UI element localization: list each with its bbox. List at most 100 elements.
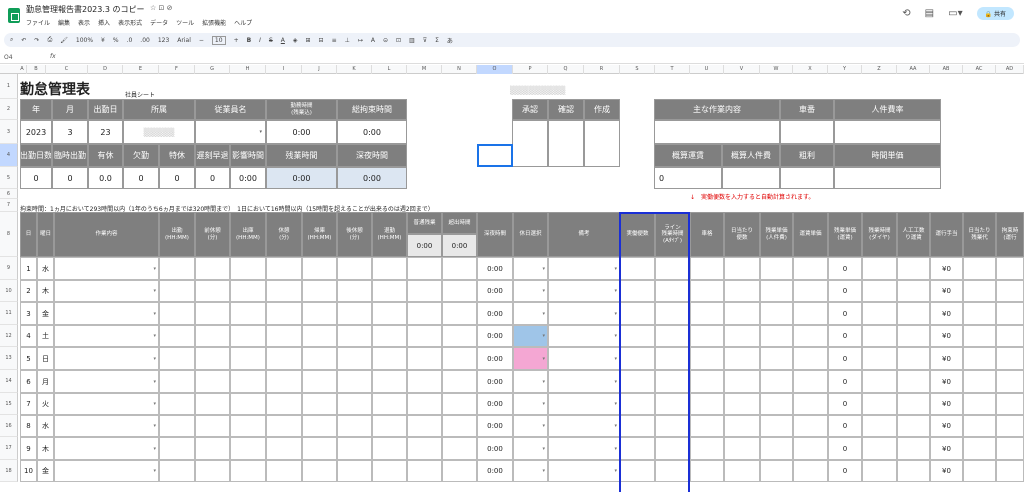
fill-color-icon[interactable]: ◈ — [293, 37, 298, 44]
column-header-I[interactable]: I — [266, 65, 302, 74]
row-cell[interactable] — [195, 393, 230, 415]
row-cell[interactable] — [724, 370, 760, 393]
row-cell[interactable] — [302, 437, 337, 460]
late-night-cell[interactable]: 0:00 — [477, 302, 513, 325]
percent-button[interactable]: % — [113, 37, 119, 44]
row-cell[interactable] — [897, 370, 930, 393]
weekday-cell[interactable]: 土 — [37, 325, 54, 347]
late-night-cell[interactable]: 0:00 — [477, 280, 513, 302]
row-cell[interactable] — [337, 437, 372, 460]
weekday-cell[interactable]: 月 — [37, 370, 54, 393]
row-cell[interactable] — [372, 415, 407, 437]
start-day-cell[interactable]: 23 — [88, 120, 123, 144]
row-cell[interactable] — [724, 302, 760, 325]
day-cell[interactable]: 2 — [20, 280, 37, 302]
row-cell[interactable] — [442, 370, 477, 393]
row-cell[interactable] — [724, 437, 760, 460]
row-cell[interactable] — [230, 437, 266, 460]
merge-icon[interactable]: ⊟ — [319, 37, 324, 44]
row-cell[interactable] — [690, 325, 724, 347]
row-cell[interactable] — [760, 393, 793, 415]
strikethrough-button[interactable]: S — [269, 37, 273, 44]
column-header-T[interactable]: T — [655, 65, 690, 74]
main-work-cell[interactable] — [654, 120, 780, 144]
remarks-dropdown[interactable]: ▾ — [548, 325, 620, 347]
font-size-input[interactable]: 10 — [211, 35, 226, 45]
dept-cell[interactable]: ▒▒▒▒▒ — [123, 120, 195, 144]
column-header-L[interactable]: L — [372, 65, 407, 74]
column-header-V[interactable]: V — [724, 65, 760, 74]
remarks-dropdown[interactable]: ▾ — [548, 347, 620, 370]
column-header-R[interactable]: R — [584, 65, 620, 74]
holiday-select-dropdown[interactable]: ▾ — [513, 370, 548, 393]
late-night-cell[interactable]: 0:00 — [337, 167, 407, 189]
row-cell[interactable] — [195, 370, 230, 393]
remarks-dropdown[interactable]: ▾ — [548, 280, 620, 302]
weekday-cell[interactable]: 日 — [37, 347, 54, 370]
work-days-cell[interactable]: 0 — [20, 167, 52, 189]
row-cell[interactable] — [690, 415, 724, 437]
row-header-1[interactable]: 1 — [0, 74, 18, 99]
late-early-cell[interactable]: 0 — [195, 167, 230, 189]
year-cell[interactable]: 2023 — [20, 120, 52, 144]
row-cell[interactable] — [862, 325, 897, 347]
labor-cost-cell[interactable]: 0 — [828, 370, 862, 393]
row-cell[interactable] — [159, 257, 195, 280]
row-cell[interactable] — [372, 460, 407, 482]
row-cell[interactable] — [195, 280, 230, 302]
row-cell[interactable] — [897, 393, 930, 415]
row-cell[interactable] — [230, 280, 266, 302]
row-cell[interactable] — [407, 257, 442, 280]
format-123-button[interactable]: 123 — [158, 37, 169, 44]
weekday-cell[interactable]: 金 — [37, 460, 54, 482]
profit-cell[interactable] — [780, 167, 834, 189]
row-cell[interactable] — [442, 347, 477, 370]
row-cell[interactable] — [407, 325, 442, 347]
menu-item-6[interactable]: ツール — [176, 18, 194, 27]
row-cell[interactable] — [760, 370, 793, 393]
row-cell[interactable] — [793, 280, 828, 302]
row-header-6[interactable]: 6 — [0, 189, 18, 199]
late-night-cell[interactable]: 0:00 — [477, 370, 513, 393]
row-cell[interactable] — [963, 302, 996, 325]
row-header-16[interactable]: 16 — [0, 415, 18, 437]
create-stamp-cell[interactable] — [584, 120, 620, 167]
text-color-button[interactable]: A — [281, 37, 285, 44]
menu-item-1[interactable]: 編集 — [58, 18, 70, 27]
gross-freight-cell[interactable]: 0 — [654, 167, 722, 189]
late-night-cell[interactable]: 0:00 — [477, 437, 513, 460]
menu-item-2[interactable]: 表示 — [78, 18, 90, 27]
daily-ot-cell[interactable]: ¥0 — [930, 280, 963, 302]
menu-item-0[interactable]: ファイル — [26, 18, 50, 27]
row-cell[interactable] — [963, 347, 996, 370]
row-cell[interactable] — [407, 437, 442, 460]
row-cell[interactable] — [690, 437, 724, 460]
row-cell[interactable] — [793, 437, 828, 460]
row-cell[interactable] — [996, 280, 1024, 302]
column-header-AA[interactable]: AA — [897, 65, 930, 74]
column-header-U[interactable]: U — [690, 65, 724, 74]
history-icon[interactable]: ⟲ — [902, 8, 910, 19]
column-header-C[interactable]: C — [46, 65, 88, 74]
column-header-H[interactable]: H — [230, 65, 266, 74]
row-cell[interactable] — [793, 415, 828, 437]
row-cell[interactable] — [760, 325, 793, 347]
row-cell[interactable] — [407, 393, 442, 415]
row-cell[interactable] — [195, 460, 230, 482]
row-cell[interactable] — [760, 437, 793, 460]
column-header-P[interactable]: P — [513, 65, 548, 74]
row-cell[interactable] — [793, 460, 828, 482]
row-cell[interactable] — [195, 257, 230, 280]
menu-item-7[interactable]: 拡張機能 — [202, 18, 226, 27]
row-cell[interactable] — [159, 437, 195, 460]
row-cell[interactable] — [302, 280, 337, 302]
row-cell[interactable] — [862, 370, 897, 393]
column-header-N[interactable]: N — [442, 65, 477, 74]
row-cell[interactable] — [230, 302, 266, 325]
labor-cost-cell[interactable]: 0 — [828, 325, 862, 347]
labor-cost-cell[interactable]: 0 — [828, 393, 862, 415]
font-size-decrease-button[interactable]: − — [199, 37, 204, 44]
menu-item-4[interactable]: 表示形式 — [118, 18, 142, 27]
row-cell[interactable] — [963, 460, 996, 482]
row-cell[interactable] — [760, 257, 793, 280]
